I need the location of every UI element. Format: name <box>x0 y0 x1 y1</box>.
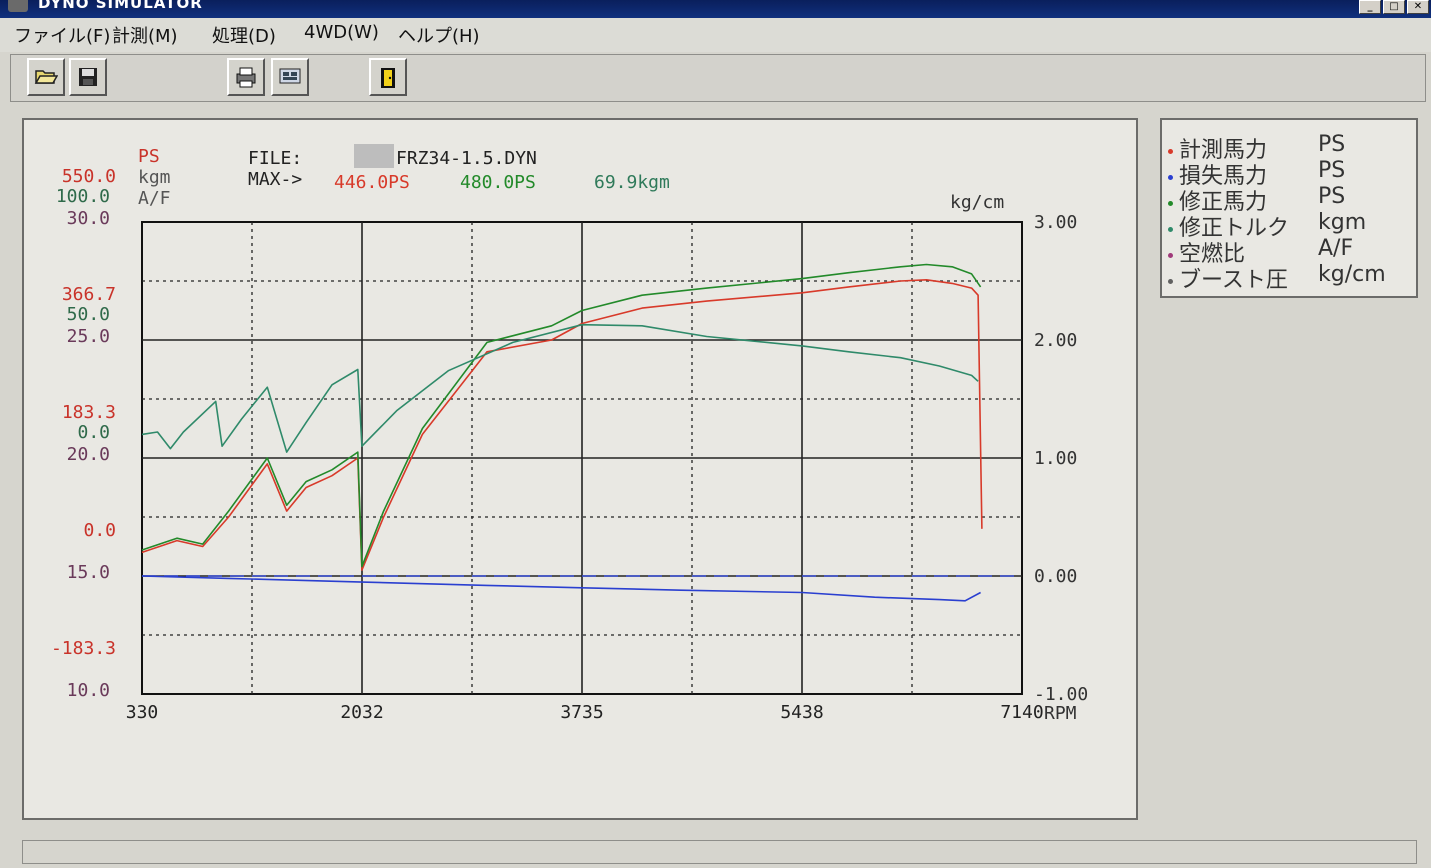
legend-unit: A/F <box>1318 236 1354 261</box>
legend-panel: 計測馬力 PS 損失馬力 PS 修正馬力 PS 修正トルク kgm 空燃比 A/F ブースト圧 kg/… <box>1160 118 1418 298</box>
af-tick-label: 30.0 <box>67 208 110 229</box>
maximize-icon[interactable]: □ <box>1383 0 1405 14</box>
af-tick-label: 15.0 <box>67 562 110 583</box>
chart-panel: PS kgm A/F FILE: FRZ34-1.5.DYN MAX-> 446… <box>22 118 1138 820</box>
legend-label: ブースト圧 <box>1179 268 1288 293</box>
legend-dot-icon <box>1168 148 1173 154</box>
legend-dot-icon <box>1168 278 1173 284</box>
right-tick-label: 1.00 <box>1034 448 1077 469</box>
redacted-block <box>354 144 394 168</box>
legend-unit: kgm <box>1318 210 1367 235</box>
legend-dot-icon <box>1168 252 1173 258</box>
legend-dot-icon <box>1168 174 1173 180</box>
window-title: DYNO SIMULATOR <box>38 0 203 12</box>
ps-tick-label: 550.0 <box>62 166 116 187</box>
x-tick-label: 5438 <box>780 702 823 723</box>
menu-file[interactable]: ファイル(F) <box>14 22 110 48</box>
af-tick-label: 20.0 <box>67 444 110 465</box>
right-tick-label: 2.00 <box>1034 330 1077 351</box>
max-label: MAX-> <box>248 169 302 190</box>
x-tick-label: 7140 <box>1000 702 1043 723</box>
x-axis-unit: RPM <box>1044 703 1077 724</box>
right-tick-label: 0.00 <box>1034 566 1077 587</box>
minimize-icon[interactable]: _ <box>1359 0 1381 14</box>
ps-tick-label: -183.3 <box>51 638 116 659</box>
legend-dot-icon <box>1168 226 1173 232</box>
menu-bar: ファイル(F) 計測(M) 処理(D) 4WD(W) ヘルプ(H) <box>0 18 1431 52</box>
app-icon <box>8 0 28 12</box>
legend-unit: PS <box>1318 132 1346 157</box>
title-bar: DYNO SIMULATOR _ □ ✕ <box>0 0 1431 18</box>
file-label: FILE: <box>248 148 302 169</box>
window-controls: _ □ ✕ <box>1357 0 1429 14</box>
save-disk-icon[interactable] <box>69 58 107 96</box>
af-tick-label: 10.0 <box>67 680 110 701</box>
kgm-tick-label: 0.0 <box>77 422 110 443</box>
file-name: FRZ34-1.5.DYN <box>396 148 537 169</box>
x-tick-label: 3735 <box>560 702 603 723</box>
right-axis-unit: kg/cm <box>950 192 1004 213</box>
axis-unit-af: A/F <box>138 188 171 209</box>
status-bar <box>0 838 1431 868</box>
max-torque: 69.9kgm <box>594 172 670 193</box>
menu-4wd[interactable]: 4WD(W) <box>304 22 379 43</box>
x-tick-label: 2032 <box>340 702 383 723</box>
open-folder-icon[interactable] <box>27 58 65 96</box>
legend-unit: kg/cm <box>1318 262 1386 287</box>
ps-tick-label: 183.3 <box>62 402 116 423</box>
axis-unit-kgm: kgm <box>138 167 171 188</box>
menu-process[interactable]: 処理(D) <box>212 22 276 48</box>
x-tick-label: 330 <box>126 702 159 723</box>
legend-unit: PS <box>1318 158 1346 183</box>
exit-door-icon[interactable] <box>369 58 407 96</box>
legend-unit: PS <box>1318 184 1346 209</box>
ps-tick-label: 0.0 <box>83 520 116 541</box>
menu-measure[interactable]: 計測(M) <box>112 22 178 48</box>
print-icon[interactable] <box>227 58 265 96</box>
max-corrected: 480.0PS <box>460 172 536 193</box>
max-measured: 446.0PS <box>334 172 410 193</box>
status-field <box>22 840 1417 864</box>
axis-unit-ps: PS <box>138 146 160 167</box>
legend-dot-icon <box>1168 200 1173 206</box>
data-view-icon[interactable] <box>271 58 309 96</box>
toolbar <box>10 54 1426 102</box>
kgm-tick-label: 50.0 <box>67 304 110 325</box>
af-tick-label: 25.0 <box>67 326 110 347</box>
menu-help[interactable]: ヘルプ(H) <box>398 22 480 48</box>
legend-item: ブースト圧 kg/cm <box>1168 262 1386 294</box>
close-icon[interactable]: ✕ <box>1407 0 1429 14</box>
kgm-tick-label: 100.0 <box>56 186 110 207</box>
dyno-chart: PS kgm A/F FILE: FRZ34-1.5.DYN MAX-> 446… <box>51 144 1088 724</box>
right-tick-label: 3.00 <box>1034 212 1077 233</box>
ps-tick-label: 366.7 <box>62 284 116 305</box>
right-tick-label: -1.00 <box>1034 684 1088 705</box>
